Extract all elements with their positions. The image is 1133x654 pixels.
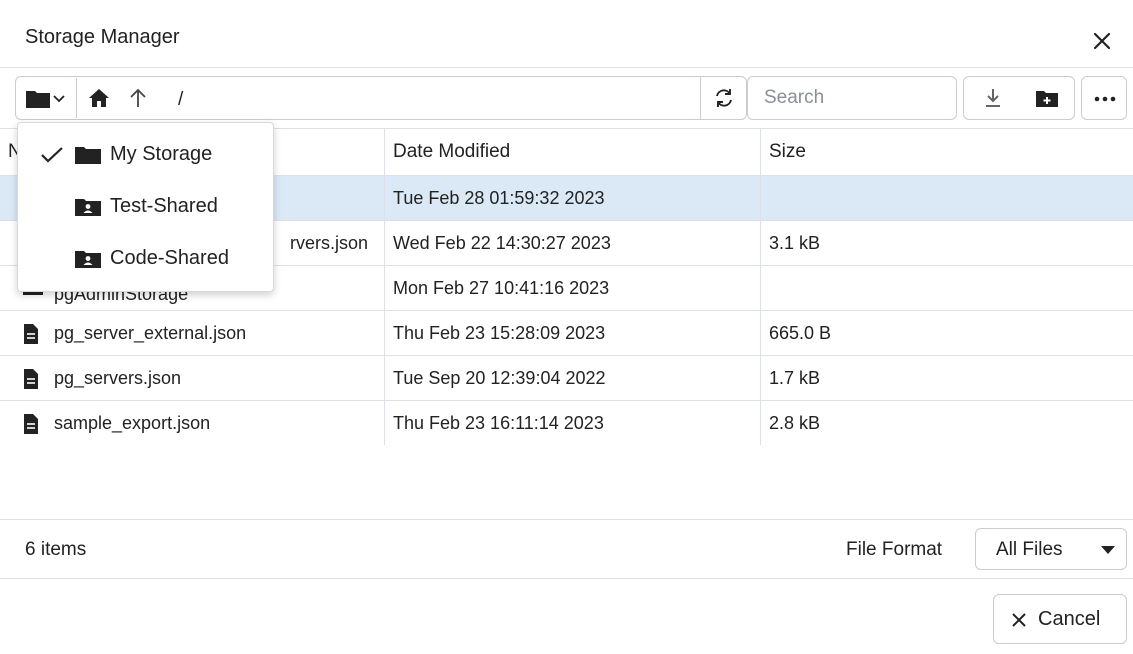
download-icon (986, 89, 1000, 107)
new-folder-icon (1036, 91, 1058, 107)
menu-item-my-storage[interactable]: My Storage (18, 129, 273, 181)
status-footer: 6 items File Format All Files (0, 519, 1133, 579)
current-path[interactable]: / (178, 89, 183, 111)
path-bar: / (15, 76, 747, 120)
dialog-titlebar: Storage Manager (0, 0, 1133, 68)
cell-date-modified: Thu Feb 23 15:28:09 2023 (385, 311, 761, 355)
cell-size: 1.7 kB (769, 368, 821, 388)
table-row[interactable]: pg_server_external.json Thu Feb 23 15:28… (0, 311, 1133, 356)
cell-size: 2.8 kB (769, 413, 821, 433)
table-row[interactable]: sample_export.json Thu Feb 23 16:11:14 2… (0, 401, 1133, 446)
toolbar: / (15, 76, 1128, 122)
cell-date-modified: Tue Feb 28 01:59:32 2023 (385, 176, 761, 220)
file-format-value: All Files (996, 539, 1063, 560)
file-icon (24, 414, 38, 434)
cancel-button[interactable]: Cancel (993, 594, 1127, 644)
item-count: 6 items (25, 539, 87, 560)
chevron-down-icon (53, 95, 65, 103)
file-format-select[interactable]: All Files (975, 528, 1127, 570)
cell-size: 665.0 B (769, 323, 832, 343)
storage-dropdown-menu: My Storage Test-Shared Code-Shared (17, 122, 274, 292)
search-input[interactable] (747, 76, 957, 120)
menu-item-label: Test-Shared (110, 195, 218, 217)
cell-size (761, 266, 1133, 310)
folder-icon (26, 91, 50, 108)
shared-folder-icon (75, 251, 101, 268)
cell-date-modified: Tue Sep 20 12:39:04 2022 (385, 356, 761, 400)
cell-name: pg_servers.json (0, 356, 385, 400)
cancel-label: Cancel (1038, 608, 1101, 630)
menu-item-code-shared[interactable]: Code-Shared (18, 233, 273, 285)
file-name: rvers.json (290, 233, 369, 253)
file-format-label: File Format (846, 539, 943, 560)
dialog-title: Storage Manager (25, 26, 180, 48)
cell-size (761, 176, 1133, 220)
menu-item-label: My Storage (110, 143, 213, 165)
home-button[interactable] (78, 78, 118, 118)
shared-folder-icon (75, 199, 101, 216)
refresh-icon (716, 89, 732, 107)
home-icon (89, 89, 109, 107)
cell-date-modified: Mon Feb 27 10:41:16 2023 (385, 266, 761, 310)
cell-name: sample_export.json (0, 401, 385, 445)
check-icon (41, 147, 63, 163)
close-icon (1093, 32, 1111, 50)
arrow-up-icon (130, 88, 146, 107)
menu-item-test-shared[interactable]: Test-Shared (18, 181, 273, 233)
storage-selector-button[interactable] (17, 78, 77, 118)
download-button[interactable] (965, 78, 1020, 118)
cell-date-modified: Thu Feb 23 16:11:14 2023 (385, 401, 761, 445)
column-header-date-modified[interactable]: Date Modified (385, 129, 761, 175)
cell-date-modified: Wed Feb 22 14:30:27 2023 (385, 221, 761, 265)
up-directory-button[interactable] (118, 78, 158, 118)
column-header-size[interactable]: Size (761, 129, 1133, 175)
close-button[interactable] (1089, 28, 1115, 54)
file-icon (24, 369, 38, 389)
file-actions-group (963, 76, 1075, 120)
close-icon (1012, 613, 1026, 627)
cell-size: 3.1 kB (769, 233, 821, 253)
caret-down-icon (1101, 546, 1115, 554)
storage-manager-dialog: Storage Manager / Search Date Modified S… (0, 0, 1133, 654)
more-icon (1094, 96, 1116, 102)
folder-icon (75, 147, 101, 164)
refresh-button[interactable] (700, 77, 746, 119)
file-icon (24, 324, 38, 344)
file-name: pg_servers.json (54, 368, 182, 388)
table-row[interactable]: pg_servers.json Tue Sep 20 12:39:04 2022… (0, 356, 1133, 401)
file-name: sample_export.json (54, 413, 211, 433)
more-options-button[interactable] (1081, 76, 1127, 120)
new-folder-button[interactable] (1020, 78, 1074, 118)
menu-item-label: Code-Shared (110, 247, 229, 269)
cell-name: pg_server_external.json (0, 311, 385, 355)
file-name: pg_server_external.json (54, 323, 247, 343)
